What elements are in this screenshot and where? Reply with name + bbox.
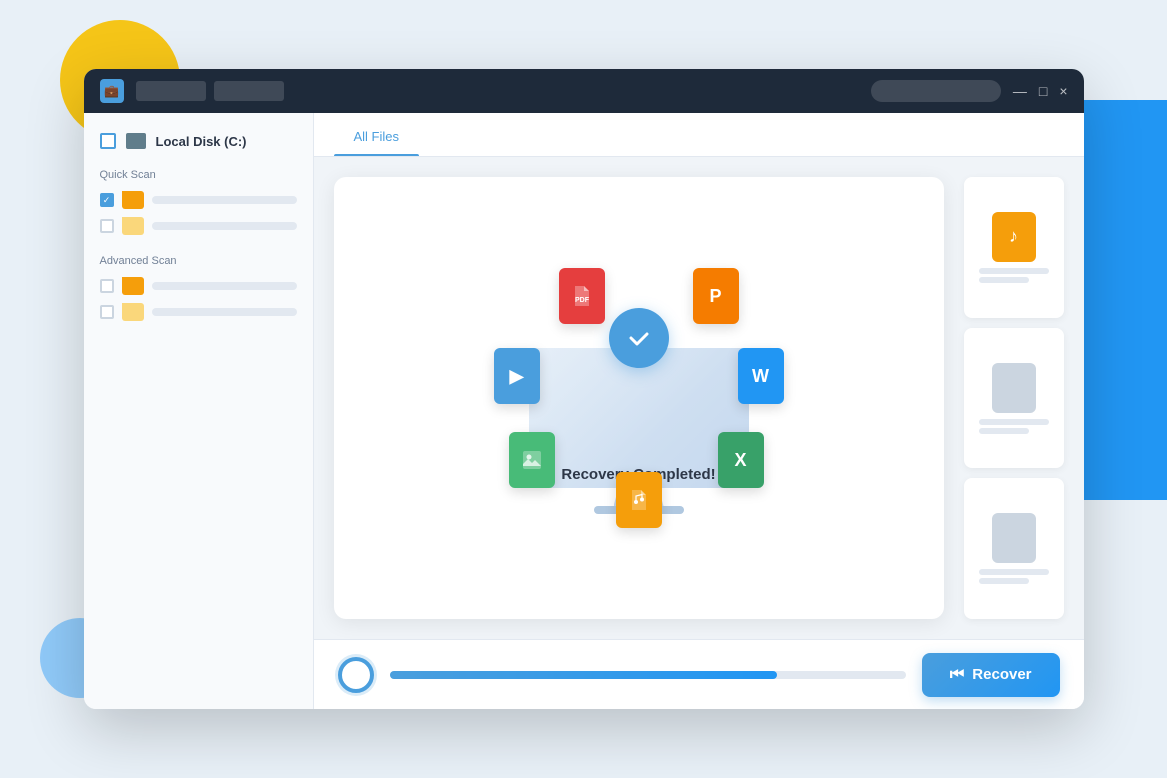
tab-2[interactable]: [419, 116, 459, 156]
progress-circle: [338, 657, 374, 693]
disk-icon: [126, 133, 146, 149]
recovery-card: PDF P ▶ W: [334, 177, 944, 619]
svg-text:PDF: PDF: [575, 297, 590, 304]
recovery-illustration: PDF P ▶ W: [479, 258, 799, 538]
advanced-scan-item-1[interactable]: [100, 277, 297, 295]
right-card-bar-2a: [979, 419, 1049, 425]
sidebar: Local Disk (C:) Quick Scan Advanced Scan: [84, 113, 314, 709]
advanced-scan-checkbox-1[interactable]: [100, 279, 114, 293]
tabs-bar: All Files: [314, 113, 1084, 157]
tab-all-files[interactable]: All Files: [334, 116, 420, 156]
right-card-bar-1a: [979, 268, 1049, 274]
file-icon-excel: X: [718, 432, 764, 488]
right-cards-panel: ♪: [964, 177, 1064, 619]
scan-bar-4: [152, 308, 297, 316]
right-card-3: [964, 478, 1064, 619]
right-card-bar-1b: [979, 277, 1029, 283]
app-icon: 💼: [100, 79, 124, 103]
recover-icon: ⏮: [950, 666, 964, 684]
quick-scan-checkbox-2[interactable]: [100, 219, 114, 233]
scan-bar-3: [152, 282, 297, 290]
quick-scan-label: Quick Scan: [100, 169, 297, 181]
minimize-button[interactable]: —: [1013, 84, 1027, 98]
disk-label[interactable]: Local Disk (C:): [100, 133, 297, 149]
right-card-icon-3: [992, 513, 1036, 563]
folder-icon-3: [122, 277, 144, 295]
right-card-bar-3b: [979, 578, 1029, 584]
titlebar-controls: — □ ×: [871, 80, 1068, 102]
right-card-bar-2b: [979, 428, 1029, 434]
right-card-icon-1: ♪: [992, 212, 1036, 262]
close-button[interactable]: ×: [1059, 84, 1067, 98]
right-card-icon-2: [992, 363, 1036, 413]
bottom-bar: ⏮ Recover: [314, 639, 1084, 709]
main-panel: All Files PDF: [314, 113, 1084, 709]
disk-name: Local Disk (C:): [156, 134, 247, 149]
advanced-scan-item-2[interactable]: [100, 303, 297, 321]
right-card-bars-2: [979, 419, 1049, 434]
titlebar-tab-1: [136, 81, 206, 101]
advanced-scan-items: [100, 277, 297, 321]
advanced-scan-checkbox-2[interactable]: [100, 305, 114, 319]
file-icon-word: W: [738, 348, 784, 404]
file-icon-music: [616, 472, 662, 528]
content-area: Local Disk (C:) Quick Scan Advanced Scan: [84, 113, 1084, 709]
right-card-bars-3: [979, 569, 1049, 584]
quick-scan-item-1[interactable]: [100, 191, 297, 209]
titlebar-tabs: [136, 81, 871, 101]
scan-bar-2: [152, 222, 297, 230]
advanced-scan-label: Advanced Scan: [100, 255, 297, 267]
right-card-bar-3a: [979, 569, 1049, 575]
quick-scan-item-2[interactable]: [100, 217, 297, 235]
scan-bar-1: [152, 196, 297, 204]
titlebar-search-bar: [871, 80, 1001, 102]
right-card-1: ♪: [964, 177, 1064, 318]
right-card-bars-1: [979, 268, 1049, 283]
recover-button-label: Recover: [972, 666, 1031, 683]
app-window: 💼 — □ × Local Disk (C:) Quick Scan: [84, 69, 1084, 709]
right-card-2: [964, 328, 1064, 469]
maximize-button[interactable]: □: [1039, 84, 1047, 98]
file-icon-pdf: PDF: [559, 268, 605, 324]
titlebar: 💼 — □ ×: [84, 69, 1084, 113]
file-icon-video: ▶: [494, 348, 540, 404]
file-icon-ppt: P: [693, 268, 739, 324]
center-area: PDF P ▶ W: [314, 157, 1084, 639]
folder-icon-2: [122, 217, 144, 235]
check-circle: [609, 308, 669, 368]
disk-checkbox[interactable]: [100, 133, 116, 149]
recover-button[interactable]: ⏮ Recover: [922, 653, 1060, 697]
file-icon-image: [509, 432, 555, 488]
quick-scan-checkbox-1[interactable]: [100, 193, 114, 207]
folder-icon-1: [122, 191, 144, 209]
progress-bar-container: [390, 671, 906, 679]
titlebar-tab-2: [214, 81, 284, 101]
folder-icon-4: [122, 303, 144, 321]
quick-scan-items: [100, 191, 297, 235]
progress-bar-fill: [390, 671, 777, 679]
